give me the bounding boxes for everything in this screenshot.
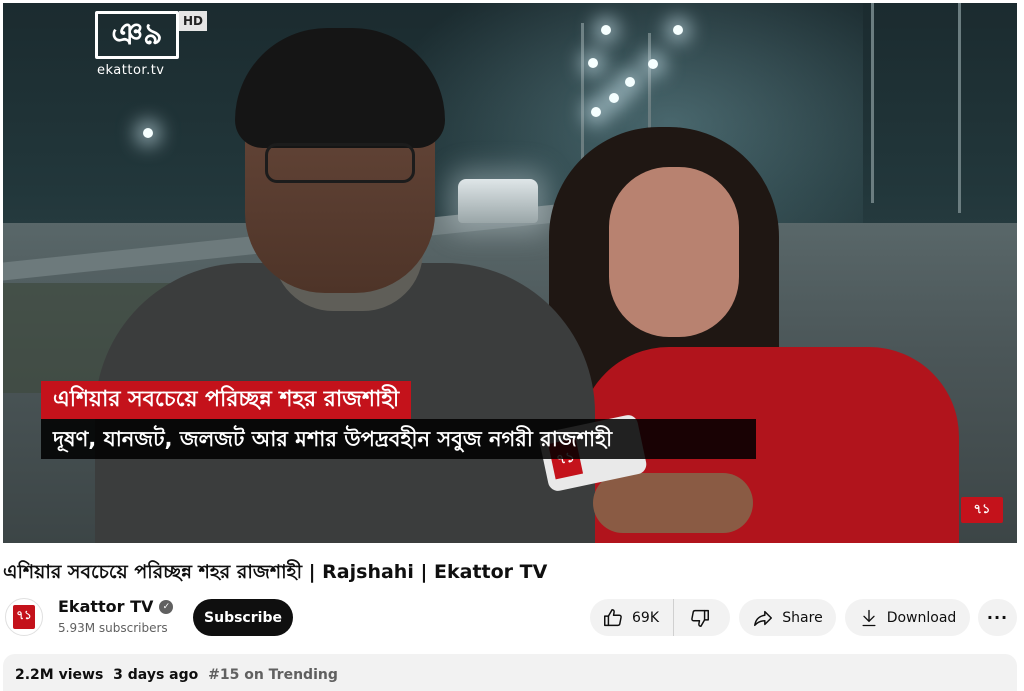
street-lamp [625, 77, 635, 87]
channel-name[interactable]: Ekattor TV [58, 597, 153, 616]
thumbs-up-icon [604, 608, 622, 626]
download-button[interactable]: Download [845, 599, 970, 636]
subscribe-button[interactable]: Subscribe [193, 599, 293, 636]
download-icon [862, 609, 876, 626]
man-hair [235, 28, 445, 148]
share-label: Share [782, 609, 823, 626]
more-icon: ··· [986, 608, 1009, 627]
avatar-logo: ৭১ [13, 605, 35, 629]
hand [593, 473, 753, 533]
lower-third-subline: দূষণ, যানজট, জলজট আর মশার উপদ্রবহীন সবুজ… [41, 419, 756, 459]
subscriber-count: 5.93M subscribers [58, 621, 168, 635]
trending-rank[interactable]: #15 on Trending [208, 667, 338, 683]
share-arrow-icon [754, 610, 773, 626]
channel-name-row[interactable]: Ekattor TV ✓ [58, 597, 174, 616]
more-actions-button[interactable]: ··· [978, 599, 1017, 636]
lower-third-headline: এশিয়ার সবচেয়ে পরিচ্ছন্ন শহর রাজশাহী [41, 381, 412, 419]
corner-logo: ৭১ [961, 497, 1003, 523]
description-box[interactable]: 2.2M views 3 days ago #15 on Trending [3, 654, 1017, 691]
woman-face [609, 167, 739, 337]
video-player[interactable]: ঞ৯ HD ekattor.tv ৭১ এশিয়ার সবচেয়ে পরিচ… [3, 3, 1017, 543]
video-title: এশিয়ার সবচেয়ে পরিচ্ছন্ন শহর রাজশাহী | … [3, 561, 548, 583]
like-count: 69K [632, 609, 659, 626]
download-label: Download [886, 609, 957, 626]
dislike-button[interactable] [674, 599, 726, 636]
like-button[interactable]: 69K [590, 599, 674, 636]
glasses [265, 143, 415, 183]
verified-check-icon: ✓ [159, 599, 174, 614]
share-button[interactable]: Share [739, 599, 836, 636]
news-lower-third: এশিয়ার সবচেয়ে পরিচ্ছন্ন শহর রাজশাহী দূ… [41, 381, 756, 459]
street-lamp [648, 59, 658, 69]
like-dislike-group: 69K [590, 599, 730, 636]
thumbs-down-icon [691, 609, 709, 627]
upload-date: 3 days ago [113, 667, 199, 683]
channel-avatar[interactable]: ৭১ [5, 598, 43, 636]
view-count: 2.2M views [15, 667, 104, 683]
street-lamp [673, 25, 683, 35]
